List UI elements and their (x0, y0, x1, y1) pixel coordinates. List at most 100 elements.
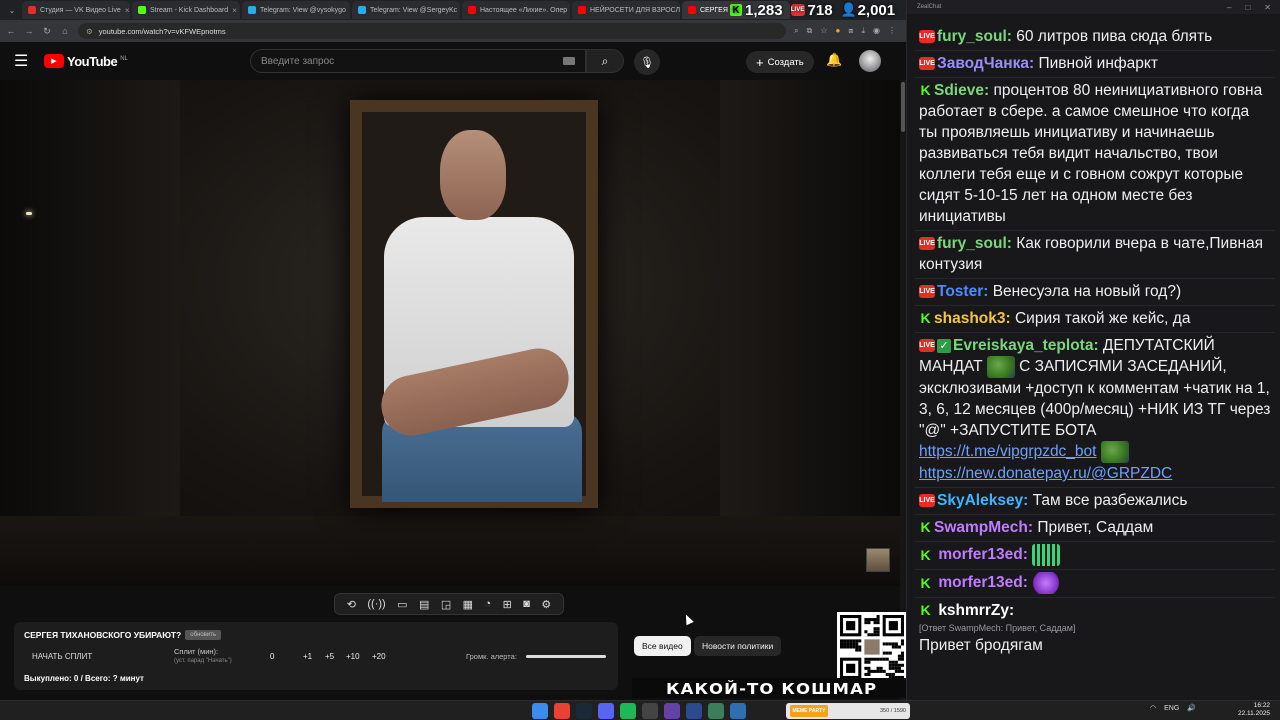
bookmark-star-icon[interactable]: ☆ (820, 26, 827, 36)
avatar[interactable] (859, 50, 881, 72)
extensions-puzzle-icon[interactable]: ⧈ (848, 26, 853, 36)
chat-nick[interactable]: ЗаводЧанка: (937, 55, 1034, 72)
tab-close-icon[interactable]: × (232, 6, 237, 15)
tab-favicon-icon (248, 6, 256, 14)
add-20-button[interactable]: +20 (372, 652, 386, 661)
extension-icon[interactable]: ● (836, 26, 841, 36)
chat-nick[interactable]: shashok3: (934, 310, 1011, 327)
notifications-bell-icon[interactable]: 🔔 (826, 52, 842, 68)
browser-menu-icon[interactable]: ⋮ (888, 26, 896, 36)
qr-module (879, 666, 883, 670)
reload-icon[interactable]: ↻ (42, 26, 52, 37)
subtitles-icon[interactable]: ▦ (463, 598, 473, 611)
site-info-icon[interactable]: ⚙ (86, 27, 93, 36)
tab-search-icon[interactable]: ⌄ (4, 2, 20, 18)
clock[interactable]: 16:22 22.11.2025 (1238, 702, 1270, 718)
qr-module (843, 639, 847, 643)
qr-module (882, 642, 886, 646)
install-icon[interactable]: ⧉ (807, 26, 813, 36)
pip-icon[interactable]: ◲ (441, 598, 451, 611)
settings-icon[interactable]: ⚙ (541, 598, 551, 611)
spotify-icon[interactable] (620, 703, 636, 719)
back-icon[interactable]: ← (6, 26, 16, 36)
download-icon[interactable]: ⤓ (861, 26, 865, 36)
chat-window-title: ZealChat (917, 4, 942, 10)
forward-icon[interactable]: → (24, 26, 34, 36)
channel-watermark[interactable] (866, 548, 890, 572)
tab-list: Студия — VK Видео Live × Stream - Kick Das… (22, 1, 790, 19)
chip-politics-news[interactable]: Новости политики (694, 636, 782, 656)
page-scrollbar-thumb[interactable] (901, 82, 905, 132)
obs-icon[interactable] (642, 703, 658, 719)
chrome-icon[interactable] (554, 703, 570, 719)
browser-tab[interactable]: Настоящее «Лихие». Опер× (462, 1, 570, 19)
alert-volume-slider[interactable] (526, 655, 606, 658)
media-widget[interactable]: MEME PARTY 350 / 1590 (786, 703, 910, 719)
profile-icon[interactable]: ◉ (873, 26, 880, 36)
split-minutes-value[interactable]: 0 (270, 652, 274, 661)
chat-nick[interactable]: kshmrrZy: (938, 602, 1014, 619)
chat-nick[interactable]: morfer13ed: (938, 546, 1028, 563)
voice-search-button[interactable]: 🎙 (634, 49, 660, 75)
add-1-button[interactable]: +1 (303, 652, 312, 661)
camera-icon[interactable]: ◙ (523, 598, 530, 610)
next-video-thumbnail[interactable]: КАКОЙ-ТО КОШМАР (632, 678, 906, 698)
minimize-icon[interactable]: – (1227, 3, 1231, 12)
qr-module (840, 642, 844, 646)
maximize-icon[interactable]: □ (1245, 3, 1250, 12)
tab-label: Студия — VK Видео Live (40, 6, 121, 14)
update-button[interactable]: обновить (185, 630, 222, 640)
language-indicator[interactable]: ENG (1164, 705, 1179, 712)
home-icon[interactable]: ⌂ (60, 26, 70, 36)
browser-tab[interactable]: Telegram: View @SergeyKc× (352, 1, 460, 19)
chat-titlebar: ZealChat – □ ✕ (907, 0, 1280, 14)
chat-link-bot[interactable]: https://t.me/vipgrpzdc_bot (919, 443, 1096, 460)
start-icon[interactable] (532, 703, 548, 719)
chat-nick[interactable]: Evreiskaya_teplota: (953, 337, 1099, 354)
app-icon[interactable] (664, 703, 680, 719)
search-input[interactable] (261, 55, 563, 67)
speed-icon[interactable]: ◔ (485, 598, 492, 610)
steam-icon[interactable] (576, 703, 592, 719)
browser-tab[interactable]: Студия — VK Видео Live × (22, 1, 130, 19)
browser-tab[interactable]: Stream - Kick Dashboard × (132, 1, 240, 19)
chat-nick[interactable]: morfer13ed: (938, 574, 1028, 591)
qr-module (897, 666, 901, 670)
chat-nick[interactable]: fury_soul: (937, 28, 1012, 45)
start-split-button[interactable]: НАЧАТЬ СПЛИТ (32, 652, 92, 661)
wifi-icon[interactable]: ◠ (1150, 704, 1156, 712)
youtube-logo[interactable]: ▶ YouTube NL (44, 54, 128, 69)
chat-nick[interactable]: SwampMech: (934, 519, 1033, 536)
url-field[interactable]: ⚙ youtube.com/watch?v=vKFWEpnotms (78, 23, 787, 39)
add-icon[interactable]: ⊞ (503, 598, 512, 611)
app-icon[interactable] (708, 703, 724, 719)
menu-icon[interactable]: ☰ (14, 51, 34, 71)
loop-icon[interactable]: ⟲ (347, 598, 356, 611)
film-icon[interactable]: ▤ (419, 598, 429, 611)
chat-nick[interactable]: Toster: (937, 283, 988, 300)
zoom-icon[interactable]: ⌕ (794, 26, 798, 36)
browser-tab[interactable]: Telegram: View @vysokygo× (242, 1, 350, 19)
audio-icon[interactable]: ((·)) (367, 598, 385, 610)
screen-icon[interactable]: ▭ (397, 598, 407, 611)
app-icon[interactable] (730, 703, 746, 719)
video-player[interactable] (0, 80, 900, 586)
chat-nick[interactable]: fury_soul: (937, 235, 1012, 252)
volume-icon[interactable]: 🔊 (1187, 704, 1196, 712)
keyboard-icon[interactable] (563, 57, 575, 65)
qr-module (888, 642, 892, 646)
add-5-button[interactable]: +5 (325, 652, 334, 661)
chat-link-donate[interactable]: https://new.donatepay.ru/@GRPZDC (919, 465, 1172, 482)
chat-nick[interactable]: SkyAleksey: (937, 492, 1028, 509)
search-button[interactable]: ⌕ (586, 49, 624, 73)
tab-close-icon[interactable]: × (125, 6, 130, 15)
chip-all-videos[interactable]: Все видео (634, 636, 691, 656)
chat-messages[interactable]: LIVE fury_soul: 60 литров пива сюда блять… (915, 24, 1275, 694)
close-icon[interactable]: ✕ (1264, 3, 1271, 12)
discord-icon[interactable] (598, 703, 614, 719)
create-button[interactable]: + Создать (746, 51, 814, 73)
chat-nick[interactable]: Sdieve: (934, 82, 989, 99)
add-10-button[interactable]: +10 (346, 652, 360, 661)
browser-tab[interactable]: НЕЙРОСЕТИ ДЛЯ ВЗРОСЛ× (572, 1, 680, 19)
app-icon[interactable] (686, 703, 702, 719)
